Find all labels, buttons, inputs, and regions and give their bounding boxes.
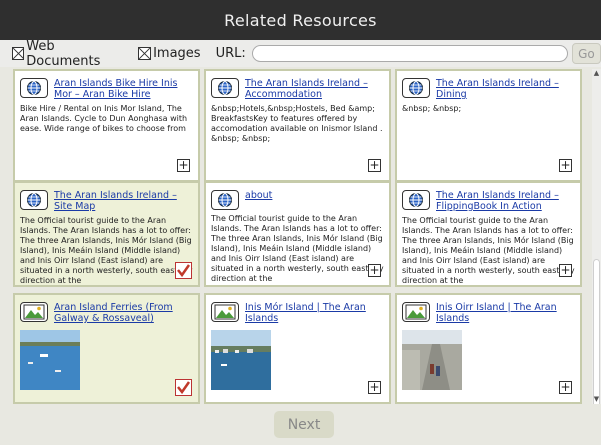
resource-description: The Official tourist guide to the Aran I…	[402, 216, 575, 285]
resource-card[interactable]: Inis Mór Island | The Aran Islands +	[204, 293, 391, 404]
resource-title-link[interactable]: The Aran Islands Ireland – Dining	[436, 78, 576, 100]
selected-checkbox[interactable]	[175, 379, 192, 396]
resource-title-link[interactable]: Inis Mór Island | The Aran Islands	[245, 302, 385, 324]
web-documents-checkbox[interactable]	[12, 47, 25, 60]
resource-title-link[interactable]: Aran Islands Bike Hire Inis Mor – Aran B…	[54, 78, 194, 100]
resource-title-link[interactable]: about	[245, 190, 272, 201]
resource-card[interactable]: The Aran Islands Ireland – Dining &nbsp;…	[395, 69, 582, 182]
vertical-scrollbar[interactable]: ▲ ▼	[592, 69, 601, 409]
url-input[interactable]	[251, 45, 568, 62]
globe-icon	[20, 78, 48, 98]
globe-icon	[402, 190, 430, 210]
scroll-thumb[interactable]	[593, 259, 600, 409]
resource-title-link[interactable]: The Aran Islands Ireland – FlippingBook …	[436, 190, 576, 212]
globe-icon	[402, 78, 430, 98]
resource-title-link[interactable]: Inis Oirr Island | The Aran Islands	[436, 302, 576, 324]
window-title: Related Resources	[224, 10, 377, 30]
harbour-town-thumbnail[interactable]	[211, 330, 271, 390]
selected-checkbox[interactable]	[175, 262, 192, 279]
add-button[interactable]: +	[177, 159, 190, 172]
globe-icon	[211, 78, 239, 98]
add-button[interactable]: +	[368, 264, 381, 277]
url-label: URL:	[215, 46, 246, 61]
filter-toolbar: Web Documents Images URL: Go	[0, 39, 601, 69]
images-checkbox[interactable]	[138, 47, 152, 60]
resource-title-link[interactable]: Aran Island Ferries (From Galway & Rossa…	[54, 302, 194, 324]
resource-card[interactable]: The Aran Islands Ireland – Site Map The …	[13, 181, 200, 287]
images-label: Images	[153, 46, 201, 61]
walkers-road-thumbnail[interactable]	[402, 330, 462, 390]
resource-description: Bike Hire / Rental on Inis Mor Island, T…	[20, 104, 188, 133]
resource-card[interactable]: about The Official tourist guide to the …	[204, 181, 391, 287]
globe-icon	[211, 190, 239, 210]
go-button[interactable]: Go	[571, 43, 601, 64]
window-titlebar: Related Resources	[0, 0, 601, 40]
footer-bar: Next	[0, 404, 601, 445]
add-button[interactable]: +	[559, 381, 572, 394]
add-button[interactable]: +	[559, 159, 572, 172]
resource-card[interactable]: The Aran Islands Ireland – Accommodation…	[204, 69, 391, 182]
scroll-down-arrow-icon[interactable]: ▼	[592, 395, 601, 404]
scroll-up-arrow-icon[interactable]: ▲	[592, 69, 601, 78]
add-button[interactable]: +	[368, 159, 381, 172]
resource-description: &nbsp; &nbsp;	[402, 104, 462, 113]
image-icon	[20, 302, 48, 322]
resource-title-link[interactable]: The Aran Islands Ireland – Site Map	[54, 190, 194, 212]
resource-description: The Official tourist guide to the Aran I…	[211, 214, 384, 283]
next-button[interactable]: Next	[274, 411, 334, 438]
image-icon	[211, 302, 239, 322]
resource-card[interactable]: The Aran Islands Ireland – FlippingBook …	[395, 181, 582, 287]
web-documents-filter[interactable]: Web Documents	[12, 39, 126, 69]
web-documents-label: Web Documents	[26, 38, 101, 69]
resource-grid: Aran Islands Bike Hire Inis Mor – Aran B…	[8, 69, 591, 404]
images-filter[interactable]: Images	[138, 46, 201, 61]
resource-card[interactable]: Inis Oirr Island | The Aran Islands +	[395, 293, 582, 404]
resource-title-link[interactable]: The Aran Islands Ireland – Accommodation	[245, 78, 385, 100]
add-button[interactable]: +	[368, 381, 381, 394]
resource-card[interactable]: Aran Island Ferries (From Galway & Rossa…	[13, 293, 200, 404]
add-button[interactable]: +	[559, 264, 572, 277]
resource-description: &nbsp;Hotels,&nbsp;Hostels, Bed &amp; Br…	[211, 104, 383, 143]
resource-card[interactable]: Aran Islands Bike Hire Inis Mor – Aran B…	[13, 69, 200, 182]
resource-description: The Official tourist guide to the Aran I…	[20, 216, 193, 285]
globe-icon	[20, 190, 48, 210]
harbour-thumbnail[interactable]	[20, 330, 80, 390]
image-icon	[402, 302, 430, 322]
